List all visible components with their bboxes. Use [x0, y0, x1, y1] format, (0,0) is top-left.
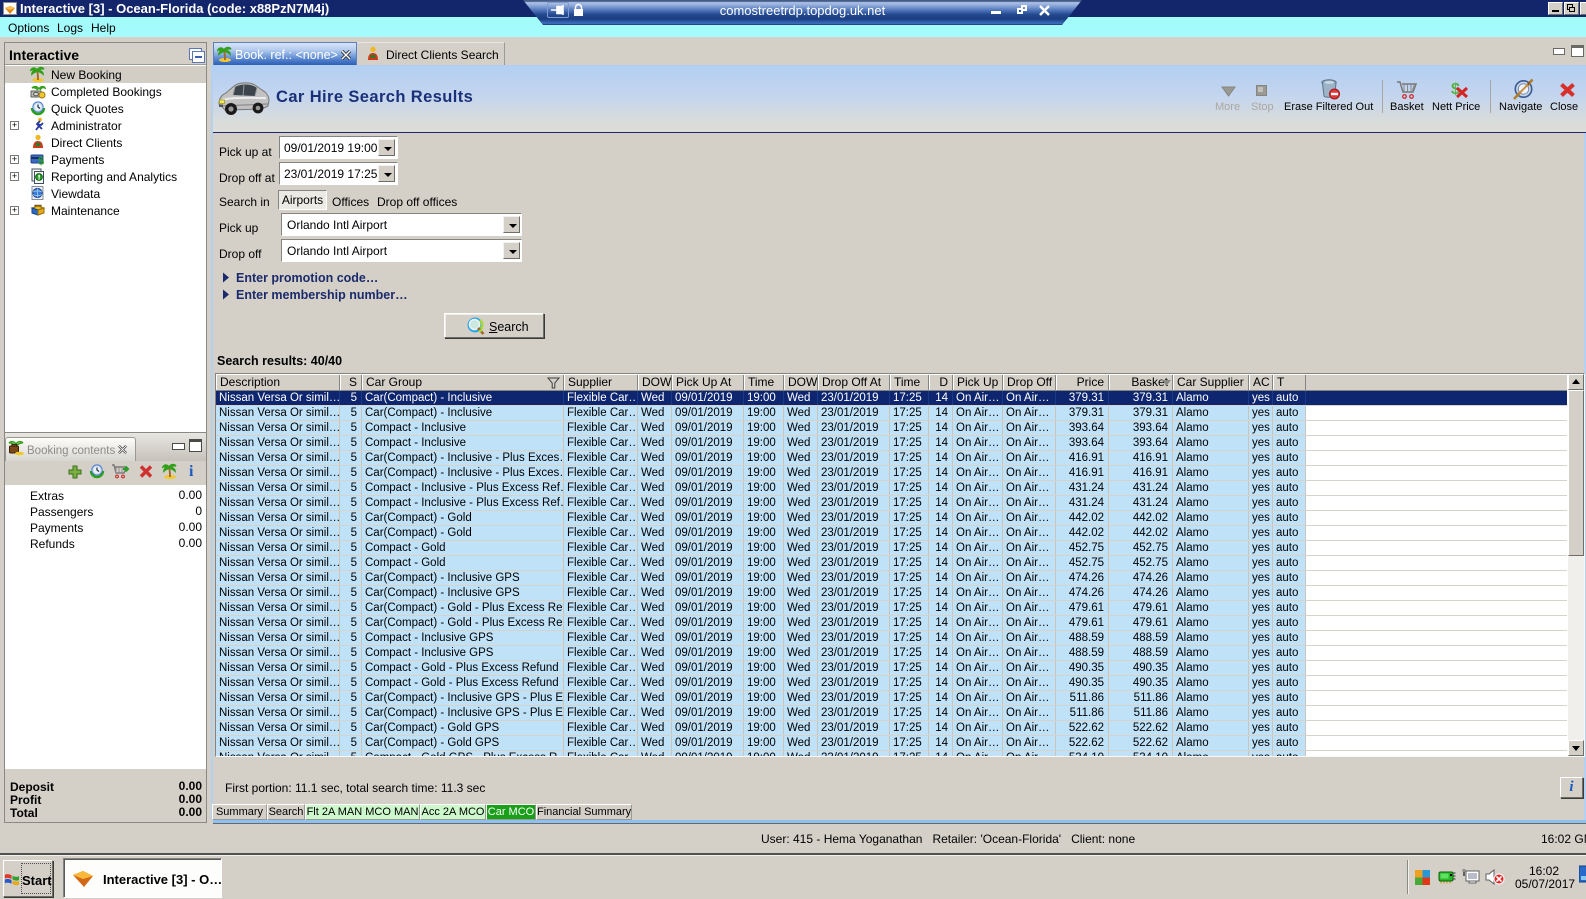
svg-text:$: $ [38, 156, 44, 168]
